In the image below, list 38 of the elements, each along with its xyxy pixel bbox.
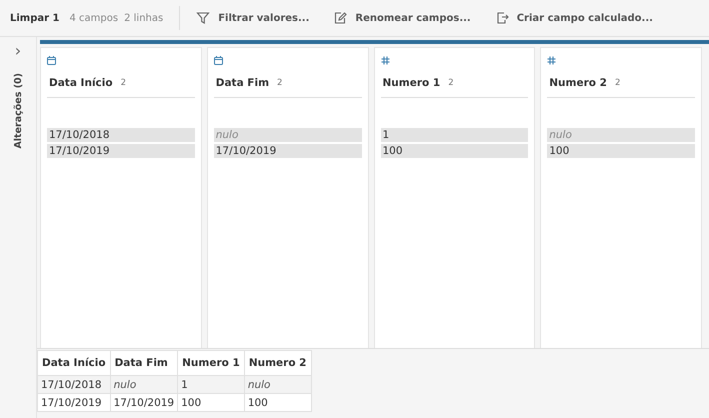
value-bar[interactable]: 17/10/2019 — [214, 144, 362, 158]
column-header: Data Início — [38, 350, 110, 376]
value-count: 2 — [614, 78, 620, 88]
table-cell: 17/10/2018 — [38, 376, 110, 394]
field-name: Numero 2 — [549, 77, 607, 89]
table-cell: nulo — [110, 376, 178, 394]
calendar-icon — [47, 56, 56, 65]
step-title: Limpar 1 — [10, 12, 60, 24]
changes-label[interactable]: Alterações (0) — [12, 73, 24, 149]
table-cell: 100 — [244, 394, 311, 412]
hash-icon — [380, 56, 390, 65]
document-icon — [494, 11, 509, 25]
field-name: Numero 1 — [382, 77, 440, 89]
toolbar-action[interactable]: Criar campo calculado... — [494, 11, 653, 25]
filter-icon — [196, 11, 210, 25]
toolbar-action[interactable]: Filtrar valores... — [196, 11, 310, 25]
value-bar[interactable]: 1 — [380, 128, 528, 142]
expand-button[interactable]: › — [14, 43, 22, 59]
table-cell: 17/10/2019 — [110, 394, 178, 412]
value-count: 2 — [448, 78, 454, 88]
field-count: 4 campos — [70, 12, 118, 24]
value-bar[interactable]: 100 — [380, 144, 528, 158]
value-count: 2 — [277, 78, 282, 88]
field-name: Data Fim — [216, 77, 270, 89]
table-cell: 100 — [178, 394, 244, 412]
hash-icon — [547, 56, 556, 65]
row-count: 2 linhas — [124, 12, 164, 24]
toolbar-action[interactable]: Renomear campos... — [333, 11, 471, 25]
edit-icon — [333, 11, 348, 25]
table-cell: 17/10/2019 — [38, 394, 110, 412]
value-bar[interactable]: 100 — [547, 144, 695, 158]
calendar-icon — [214, 56, 223, 65]
value-count: 2 — [120, 78, 126, 88]
table-cell: nulo — [244, 376, 311, 394]
value-bar[interactable]: 17/10/2018 — [47, 128, 195, 142]
value-bar[interactable]: 17/10/2019 — [47, 144, 195, 158]
table-cell: 1 — [178, 376, 244, 394]
field-name: Data Início — [49, 77, 113, 89]
